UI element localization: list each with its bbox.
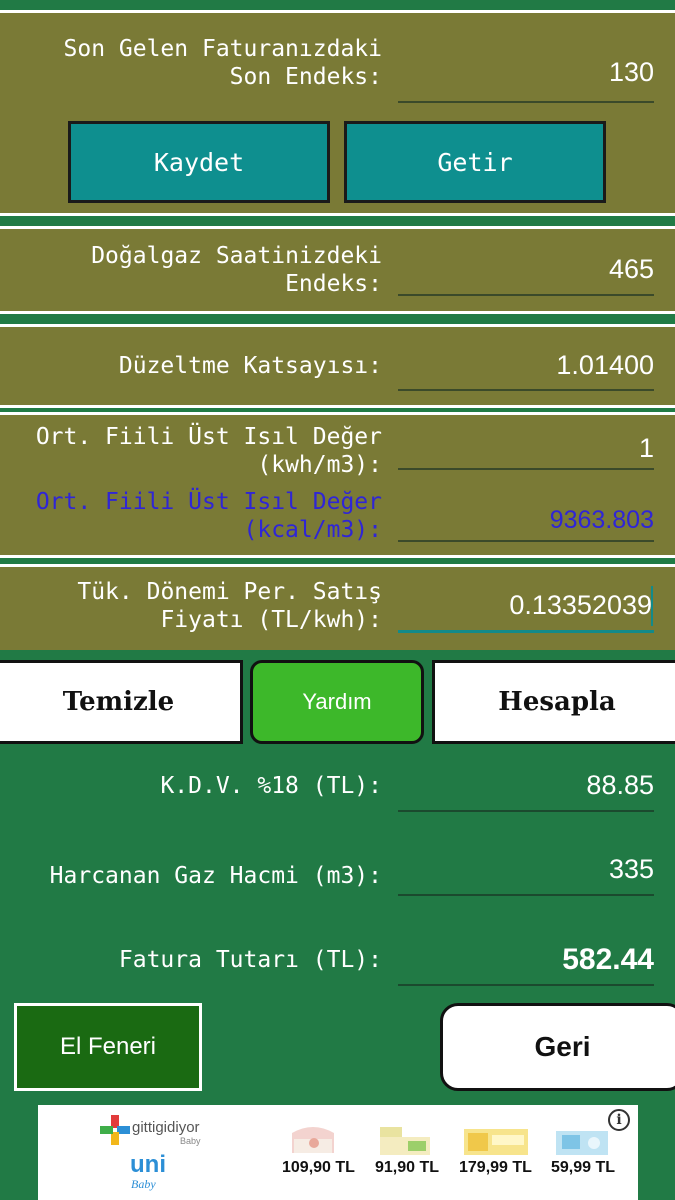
fetch-button[interactable]: Getir — [344, 121, 606, 203]
top-strip — [0, 0, 675, 10]
price-underline-active — [398, 630, 654, 633]
ad-price: 109,90 TL — [282, 1159, 355, 1176]
ad-logo2-sub: Baby — [131, 1177, 156, 1191]
meter-index-input[interactable]: 465 — [398, 254, 654, 284]
last-index-label: Son Gelen Faturanızdaki Son Endeks: — [63, 36, 383, 90]
calorific-kcal-label: Ort. Fiili Üst Isıl Değer (kcal/m3): — [35, 489, 382, 543]
total-value: 582.44 — [562, 943, 654, 976]
total-underline — [398, 984, 654, 986]
separator — [0, 216, 675, 226]
vat-underline — [398, 810, 654, 812]
calorific-kcal-value: 9363.803 — [549, 506, 654, 534]
calculate-button[interactable]: Hesapla — [432, 660, 675, 744]
ad-brand: gittigidiyor — [132, 1119, 200, 1136]
help-button[interactable]: Yardım — [250, 660, 424, 744]
calorific-kwh-label: Ort. Fiili Üst Isıl Değer (kwh/m3): — [35, 424, 382, 478]
separator — [0, 314, 675, 324]
vat-label: K.D.V. %18 (TL): — [160, 773, 382, 799]
ad-banner[interactable]: gittigidiyor Baby uni Baby 109,90 TL 91,… — [38, 1105, 638, 1200]
meter-index-label: Doğalgaz Saatinizdeki Endeks: — [91, 243, 382, 297]
meter-index-underline — [398, 294, 654, 296]
product-bath-icon — [556, 1131, 608, 1155]
product-pack-icon — [380, 1127, 430, 1155]
ad-logo2: uni — [130, 1151, 166, 1178]
flashlight-button[interactable]: El Feneri — [14, 1003, 202, 1091]
clear-button[interactable]: Temizle — [0, 660, 243, 744]
correction-label: Düzeltme Katsayısı: — [118, 353, 382, 379]
calorific-kcal-underline — [398, 540, 654, 542]
total-label: Fatura Tutarı (TL): — [118, 947, 382, 973]
volume-value: 335 — [608, 854, 654, 884]
text-cursor — [651, 586, 653, 626]
back-button[interactable]: Geri — [440, 1003, 675, 1091]
ad-price: 59,99 TL — [551, 1159, 616, 1176]
correction-input[interactable]: 1.01400 — [398, 350, 654, 380]
last-index-input[interactable]: 130 — [398, 57, 654, 87]
product-diaper-box-icon — [292, 1127, 334, 1153]
save-button[interactable]: Kaydet — [68, 121, 330, 203]
price-label: Tük. Dönemi Per. Satış Fiyatı (TL/kwh): — [77, 579, 382, 633]
calorific-kwh-input[interactable]: 1 — [398, 433, 654, 463]
product-wipes-icon — [464, 1129, 528, 1155]
info-icon[interactable]: i — [608, 1109, 630, 1131]
gittigidiyor-logo-icon — [100, 1115, 130, 1145]
volume-underline — [398, 894, 654, 896]
calorific-kwh-underline — [398, 468, 654, 470]
ad-brand-sub: Baby — [180, 1136, 201, 1146]
ad-price: 179,99 TL — [459, 1159, 532, 1176]
price-input[interactable]: 0.13352039 — [398, 590, 652, 620]
correction-underline — [398, 389, 654, 391]
vat-value: 88.85 — [586, 770, 654, 800]
last-index-underline — [398, 101, 654, 103]
volume-label: Harcanan Gaz Hacmi (m3): — [49, 863, 382, 889]
ad-price: 91,90 TL — [375, 1159, 440, 1176]
